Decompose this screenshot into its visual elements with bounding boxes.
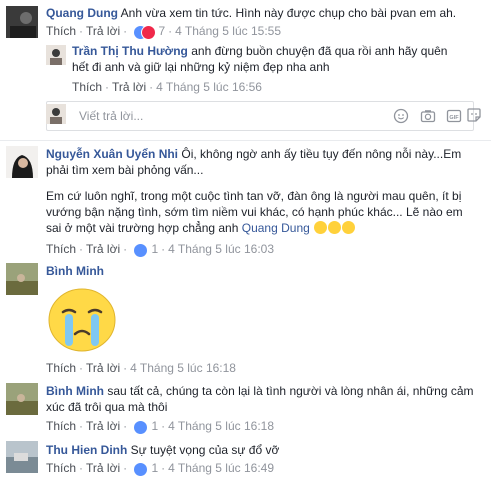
reply-button[interactable]: Trả lời: [86, 24, 120, 38]
comment-text: Thu Hien Dinh Sự tuyệt vọng của sự đổ vỡ: [46, 442, 476, 458]
like-button[interactable]: Thích: [72, 80, 102, 94]
avatar[interactable]: [6, 263, 38, 295]
reactions-icon[interactable]: [133, 24, 157, 40]
comment-body: phải tìm xem bài phỏng vấn...: [46, 163, 204, 177]
comment-text: Nguyễn Xuân Uyển Nhi Ôi, không ngờ anh ấ…: [46, 146, 476, 178]
commenter-name[interactable]: Nguyễn Xuân Uyển Nhi: [46, 147, 178, 161]
timestamp[interactable]: 4 Tháng 5 lúc 15:55: [175, 24, 281, 38]
pensive-emoji-icon: [314, 221, 328, 234]
camera-icon[interactable]: [420, 108, 436, 124]
pensive-emoji-icon: [328, 221, 342, 234]
commenter-name-line: Bình Minh: [46, 263, 104, 279]
like-button[interactable]: Thích: [46, 361, 76, 375]
timestamp[interactable]: 4 Tháng 5 lúc 16:18: [168, 419, 274, 433]
crying-sticker-icon: [46, 286, 118, 354]
reply-text: Trần Thị Thu Hường anh đừng buồn chuyện …: [72, 43, 472, 75]
avatar[interactable]: [46, 45, 66, 65]
like-reaction-icon[interactable]: [133, 242, 149, 258]
commenter-name[interactable]: Trần Thị Thu Hường: [72, 44, 188, 58]
reply-button[interactable]: Trả lời: [112, 80, 146, 94]
commenter-name[interactable]: Quang Dung: [46, 6, 118, 20]
comment-actions: Thích · Trả lời · 4 Tháng 5 lúc 16:56: [72, 80, 262, 94]
comment-text: Quang Dung Anh vừa xem tin tức. Hình này…: [46, 5, 476, 21]
like-button[interactable]: Thích: [46, 419, 76, 433]
like-button[interactable]: Thích: [46, 461, 76, 475]
timestamp[interactable]: 4 Tháng 5 lúc 16:49: [168, 461, 274, 475]
comment-actions: Thích · Trả lời · 7 · 4 Tháng 5 lúc 15:55: [46, 24, 282, 40]
avatar[interactable]: [6, 146, 38, 178]
comment-text: Bình Minh sau tất cả, chúng ta còn lại l…: [46, 383, 486, 415]
commenter-name[interactable]: Bình Minh: [46, 384, 104, 398]
reply-button[interactable]: Trả lời: [86, 361, 120, 375]
comment-actions: Thích · Trả lời · 1 · 4 Tháng 5 lúc 16:03: [46, 242, 275, 258]
comment-actions: Thích · Trả lời · 1 · 4 Tháng 5 lúc 16:18: [46, 419, 275, 435]
reply-button[interactable]: Trả lời: [86, 242, 120, 256]
avatar: [46, 104, 66, 124]
reply-button[interactable]: Trả lời: [86, 419, 120, 433]
avatar[interactable]: [6, 383, 38, 415]
comment-paragraph: Em cứ luôn nghĩ, trong một cuộc tình tan…: [46, 189, 463, 235]
comment-body: anh đừng buồn chuyện đã qua rồi anh hãy …: [191, 44, 448, 58]
reply-button[interactable]: Trả lời: [86, 461, 120, 475]
like-button[interactable]: Thích: [46, 24, 76, 38]
like-button[interactable]: Thích: [46, 242, 76, 256]
commenter-name[interactable]: Thu Hien Dinh: [46, 443, 127, 457]
comment-actions: Thích · Trả lời · 4 Tháng 5 lúc 16:18: [46, 361, 236, 375]
divider: [0, 140, 491, 141]
pensive-emoji-icon: [342, 221, 356, 234]
reply-placeholder[interactable]: Viết trả lời...: [79, 109, 143, 123]
reply-input[interactable]: Viết trả lời... GIF: [46, 101, 474, 131]
comment-actions: Thích · Trả lời · 1 · 4 Tháng 5 lúc 16:49: [46, 461, 275, 477]
comment-body: Sự tuyệt vọng của sự đổ vỡ: [130, 443, 280, 457]
like-reaction-icon[interactable]: [133, 419, 149, 435]
comment-body: xúc đã trôi qua mà thôi: [46, 400, 168, 414]
comment-body: Anh vừa xem tin tức. Hình này được chụp …: [120, 6, 457, 20]
avatar[interactable]: [6, 441, 38, 473]
timestamp[interactable]: 4 Tháng 5 lúc 16:18: [130, 361, 236, 375]
comment-body: hết đi anh và giữ lại những kỷ niệm đẹp …: [72, 60, 330, 74]
timestamp[interactable]: 4 Tháng 5 lúc 16:56: [156, 80, 262, 94]
avatar[interactable]: [6, 6, 38, 38]
comment-body: Ôi, không ngờ anh ấy tiều tụy đến nông n…: [181, 147, 462, 161]
mention-link[interactable]: Quang Dung: [242, 221, 310, 235]
commenter-name[interactable]: Bình Minh: [46, 264, 104, 278]
like-reaction-icon[interactable]: [133, 461, 149, 477]
comment-body: sau tất cả, chúng ta còn lại là tình ngư…: [107, 384, 474, 398]
emoji-icon[interactable]: [393, 108, 409, 124]
sticker-icon[interactable]: [466, 107, 482, 123]
timestamp[interactable]: 4 Tháng 5 lúc 16:03: [168, 242, 274, 256]
